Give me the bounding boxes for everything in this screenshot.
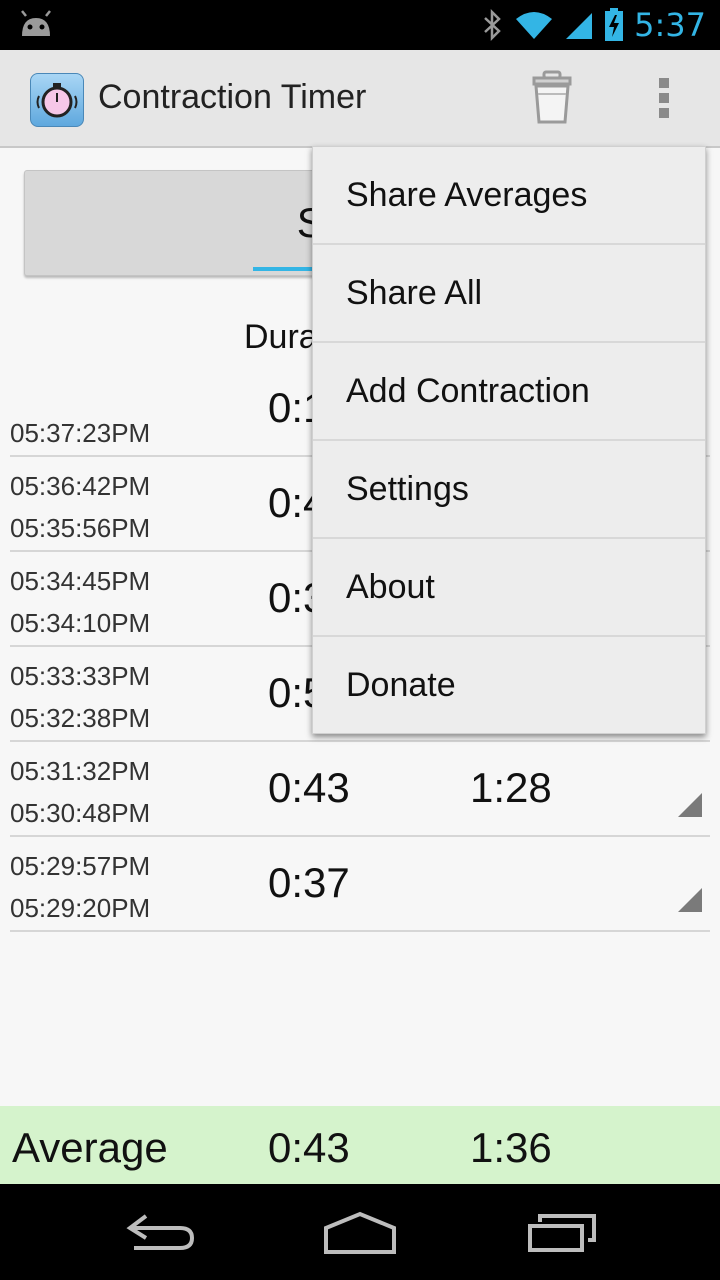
menu-item-add-contraction[interactable]: Add Contraction <box>313 343 705 441</box>
recent-apps-icon[interactable] <box>520 1208 600 1256</box>
wifi-icon <box>516 12 553 39</box>
row-end-time: 05:37:23PM <box>10 418 151 448</box>
table-row[interactable]: 05:29:57PM 05:29:20PM 0:37 <box>10 837 710 932</box>
row-frequency: 1:28 <box>470 764 552 811</box>
row-start-time: 05:33:33PM <box>10 661 151 691</box>
android-debug-icon <box>21 10 51 36</box>
action-bar: Contraction Timer <box>0 50 720 148</box>
row-end-time: 05:30:48PM <box>10 798 151 828</box>
menu-item-label: Share Averages <box>346 176 588 214</box>
menu-item-label: Share All <box>346 274 483 312</box>
expand-triangle-icon[interactable] <box>678 793 702 817</box>
average-bar: Average 0:43 1:36 <box>0 1106 720 1184</box>
menu-item-share-averages[interactable]: Share Averages <box>313 147 705 245</box>
duration-column-header: Dura <box>244 318 318 356</box>
battery-charging-icon <box>605 8 624 41</box>
table-row[interactable]: 05:31:32PM 05:30:48PM 0:43 1:28 <box>10 742 710 837</box>
bluetooth-icon <box>484 9 501 41</box>
back-icon[interactable] <box>120 1208 200 1256</box>
home-icon[interactable] <box>320 1208 400 1256</box>
row-end-time: 05:35:56PM <box>10 513 151 543</box>
app-title: Contraction Timer <box>98 78 367 116</box>
row-end-time: 05:34:10PM <box>10 608 151 638</box>
row-duration: 0:37 <box>268 859 350 906</box>
average-label: Average <box>12 1124 168 1171</box>
row-duration: 0:43 <box>268 764 350 811</box>
average-frequency: 1:36 <box>470 1124 552 1171</box>
clock: 5:37 <box>634 6 706 44</box>
cell-signal-icon <box>566 13 593 39</box>
menu-item-label: Donate <box>346 666 456 704</box>
menu-item-about[interactable]: About <box>313 539 705 637</box>
trash-icon[interactable] <box>526 70 578 126</box>
row-start-time: 05:31:32PM <box>10 756 151 786</box>
row-start-time: 05:29:57PM <box>10 851 151 881</box>
menu-item-label: About <box>346 568 435 606</box>
menu-item-share-all[interactable]: Share All <box>313 245 705 343</box>
status-bar: 5:37 <box>0 0 720 50</box>
overflow-menu-icon[interactable] <box>644 72 684 124</box>
stopwatch-app-icon[interactable] <box>30 73 84 127</box>
menu-item-donate[interactable]: Donate <box>313 637 705 733</box>
navigation-bar <box>0 1184 720 1280</box>
average-duration: 0:43 <box>268 1124 350 1171</box>
row-end-time: 05:29:20PM <box>10 893 151 923</box>
row-end-time: 05:32:38PM <box>10 703 151 733</box>
menu-item-label: Add Contraction <box>346 372 590 410</box>
menu-item-settings[interactable]: Settings <box>313 441 705 539</box>
expand-triangle-icon[interactable] <box>678 888 702 912</box>
row-start-time: 05:36:42PM <box>10 471 151 501</box>
menu-item-label: Settings <box>346 470 469 508</box>
row-start-time: 05:34:45PM <box>10 566 151 596</box>
overflow-menu: Share Averages Share All Add Contraction… <box>312 146 706 734</box>
